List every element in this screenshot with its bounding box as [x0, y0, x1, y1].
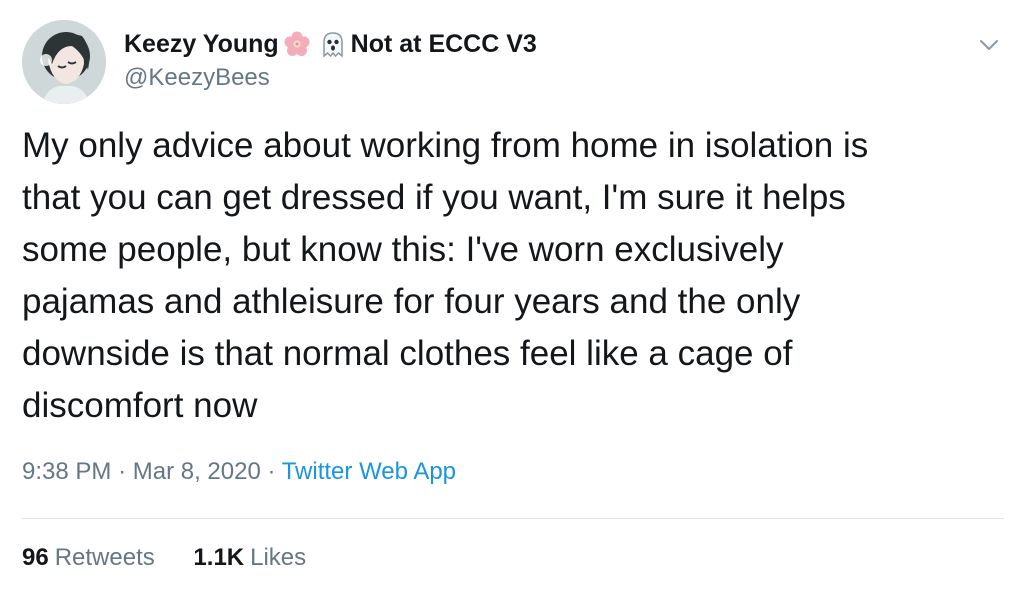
display-name-suffix[interactable]: Not at ECCC V3: [351, 30, 537, 59]
meta-separator: ·: [118, 458, 127, 485]
author-names: Keezy Young Not at ECCC V3 @KeezyBees: [124, 28, 537, 92]
tweet-source-link[interactable]: Twitter Web App: [282, 458, 456, 485]
avatar[interactable]: [22, 20, 106, 104]
tweet-stats: 96 Retweets 1.1K Likes: [22, 544, 338, 572]
tweet-meta: 9:38 PM · Mar 8, 2020 · Twitter Web App: [22, 458, 456, 486]
author-handle[interactable]: @KeezyBees: [124, 64, 537, 92]
avatar-illustration: [22, 20, 106, 104]
display-name-row[interactable]: Keezy Young Not at ECCC V3: [124, 28, 537, 60]
retweets-count: 96: [22, 544, 49, 571]
tweet-date[interactable]: Mar 8, 2020: [133, 458, 261, 485]
likes-count: 1.1K: [193, 544, 245, 571]
cherry-blossom-icon: [283, 30, 311, 58]
display-name[interactable]: Keezy Young: [124, 30, 279, 59]
tweet-time[interactable]: 9:38 PM: [22, 458, 111, 485]
meta-separator: ·: [267, 458, 276, 485]
likes-label: Likes: [250, 544, 307, 571]
likes-stat[interactable]: 1.1K Likes: [193, 544, 306, 572]
retweets-stat[interactable]: 96 Retweets: [22, 544, 155, 572]
tweet-card: Keezy Young Not at ECCC V3 @KeezyBees My…: [0, 0, 1024, 599]
ghost-icon: [319, 30, 347, 58]
tweet-text: My only advice about working from home i…: [22, 126, 869, 425]
chevron-down-icon[interactable]: [976, 32, 1002, 58]
tweet-header: Keezy Young Not at ECCC V3 @KeezyBees: [22, 20, 1002, 104]
divider: [22, 518, 1004, 519]
retweets-label: Retweets: [54, 544, 155, 571]
